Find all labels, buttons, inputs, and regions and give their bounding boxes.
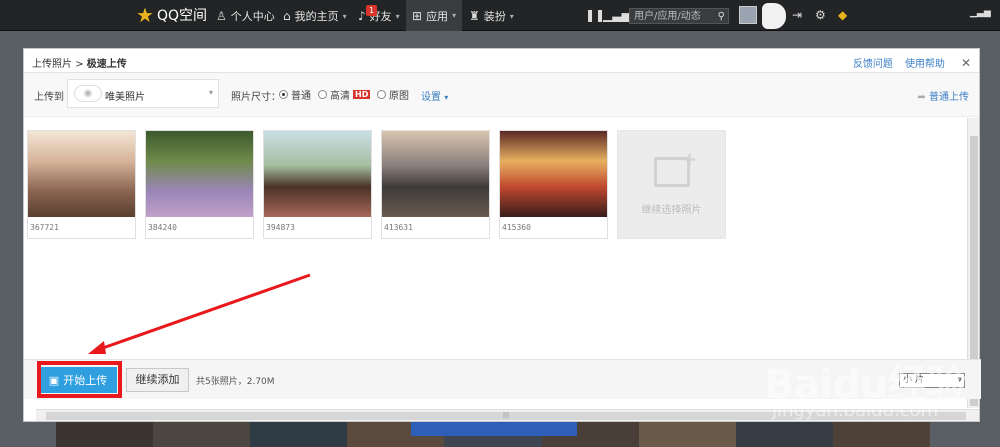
diamond-icon[interactable]: ◆ — [838, 8, 847, 22]
continue-add-button[interactable]: 继续添加 — [126, 368, 189, 392]
photo-size: 384240 — [148, 223, 177, 232]
gear-icon[interactable]: ⚙ — [815, 8, 826, 22]
home-icon: ⌂ — [283, 9, 291, 23]
photo-size: 413631 — [384, 223, 413, 232]
logo-text: QQ空间 — [156, 8, 207, 24]
size-option-normal[interactable]: 普通 — [279, 87, 311, 102]
help-link[interactable]: 使用帮助 — [905, 55, 945, 70]
breadcrumb-current: 极速上传 — [86, 59, 127, 70]
highlight-box — [37, 361, 122, 398]
settings-link[interactable]: 设置 ▾ — [421, 88, 448, 103]
star-logo-icon: ★ — [136, 3, 154, 27]
upload-to-label: 上传到 — [34, 92, 64, 103]
photo-image — [500, 131, 607, 217]
background-button — [411, 422, 577, 436]
search-icon[interactable]: ⚲ — [718, 10, 725, 23]
photo-grid: 367721 384240 394873 413631 415360 + 继续选… — [27, 130, 726, 239]
normal-upload-label: 普通上传 — [929, 92, 969, 103]
photo-thumbnail[interactable]: 413631 — [381, 130, 490, 239]
cursor-overlay — [762, 3, 786, 29]
photo-size: 415360 — [502, 223, 531, 232]
upload-summary: 共5张照片，2.70M — [196, 377, 275, 387]
breadcrumb: 上传照片 > 极速上传 — [32, 55, 127, 70]
photo-thumbnail[interactable]: 415360 — [499, 130, 608, 239]
chevron-down-icon: ▾ — [208, 88, 213, 97]
header-links: 反馈问题 使用帮助 ✕ — [853, 55, 971, 71]
size-option-hd[interactable]: 高清 HD — [318, 87, 371, 102]
eye-icon: ◉ — [74, 85, 102, 102]
photo-thumbnail[interactable]: 367721 — [27, 130, 136, 239]
album-select[interactable]: ◉ 唯美照片 ▾ — [67, 79, 219, 108]
feedback-link[interactable]: 反馈问题 — [853, 55, 893, 70]
avatar[interactable] — [739, 6, 757, 24]
bell-icon: ♪ — [358, 9, 366, 23]
photo-image — [28, 131, 135, 217]
nav-apps[interactable]: ⊞ 应用 ▾ — [406, 0, 463, 31]
normal-upload-link[interactable]: ➦ 普通上传 — [917, 88, 969, 103]
photo-size-label: 照片尺寸： — [231, 92, 281, 103]
hd-badge: HD — [353, 90, 371, 99]
plus-icon: + — [682, 149, 698, 170]
share-arrow-icon: ➦ — [917, 92, 926, 103]
logout-icon[interactable]: ⇥ — [792, 8, 802, 22]
breadcrumb-parent[interactable]: 上传照片 — [32, 59, 72, 70]
nav-label: 装扮 — [483, 10, 506, 23]
signal-bars-icon[interactable]: ▁▃▅ — [603, 8, 631, 22]
photo-image — [382, 131, 489, 217]
nav-label: 我的主页 — [294, 10, 339, 23]
person-icon: ♙ — [216, 9, 227, 23]
photo-image — [146, 131, 253, 217]
radio-checked[interactable] — [279, 90, 288, 99]
photo-thumbnail[interactable]: 394873 — [263, 130, 372, 239]
chevron-down-icon: ▾ — [444, 93, 449, 102]
friends-notification-badge: 1 — [366, 5, 378, 16]
photo-thumbnail[interactable]: 384240 — [145, 130, 254, 239]
chevron-down-icon: ▾ — [342, 11, 347, 21]
photo-size: 367721 — [30, 223, 59, 232]
album-name: 唯美照片 — [105, 92, 145, 103]
nav-label: 个人中心 — [230, 10, 275, 23]
photo-size: 394873 — [266, 223, 295, 232]
add-more-label: 继续选择照片 — [641, 205, 702, 216]
size-option-original[interactable]: 原图 — [377, 87, 409, 102]
top-navigation-bar: ★ QQ空间 ♙ 个人中心 ⌂ 我的主页 ▾ ♪ 好友 ▾ 1 ⊞ 应用 ▾ ♜… — [0, 0, 1000, 31]
watermark-url: jingyan.baidu.com — [772, 400, 939, 421]
dialog-header: 上传照片 > 极速上传 反馈问题 使用帮助 ✕ — [24, 49, 979, 73]
grid-icon: ⊞ — [412, 8, 423, 23]
chevron-down-icon: ▾ — [509, 11, 514, 21]
shirt-icon: ♜ — [469, 9, 480, 23]
nav-personal-center[interactable]: ♙ 个人中心 — [216, 8, 275, 24]
add-more-photos-button[interactable]: + 继续选择照片 — [617, 130, 726, 239]
chevron-down-icon: ▾ — [395, 11, 400, 21]
photo-image — [264, 131, 371, 217]
nav-friends[interactable]: ♪ 好友 ▾ — [358, 8, 400, 24]
breadcrumb-separator: > — [75, 59, 84, 70]
radio-label: 高清 — [330, 91, 350, 102]
signal-icon: ▁▃▅ — [970, 8, 991, 18]
nav-dressup[interactable]: ♜ 装扮 ▾ — [469, 8, 514, 24]
chevron-down-icon: ▾ — [452, 11, 457, 20]
search-input[interactable]: 用户/应用/动态 ⚲ — [629, 8, 729, 24]
radio-unchecked[interactable] — [377, 90, 386, 99]
qzone-logo[interactable]: ★ QQ空间 — [136, 5, 207, 25]
radio-label: 原图 — [389, 91, 409, 102]
settings-label: 设置 — [421, 92, 441, 103]
nav-label: 应用 — [426, 9, 449, 23]
close-icon[interactable]: ✕ — [961, 56, 971, 70]
upload-toolbar: 上传到 ◉ 唯美照片 ▾ 照片尺寸： 普通 高清 HD 原图 设置 ▾ ➦ 普通… — [24, 73, 979, 117]
baidu-watermark: Baidu经验 jingyan.baidu.com — [760, 340, 970, 430]
search-placeholder: 用户/应用/动态 — [634, 11, 701, 22]
radio-unchecked[interactable] — [318, 90, 327, 99]
radio-label: 普通 — [291, 91, 311, 102]
nav-my-home[interactable]: ⌂ 我的主页 ▾ — [283, 8, 347, 24]
